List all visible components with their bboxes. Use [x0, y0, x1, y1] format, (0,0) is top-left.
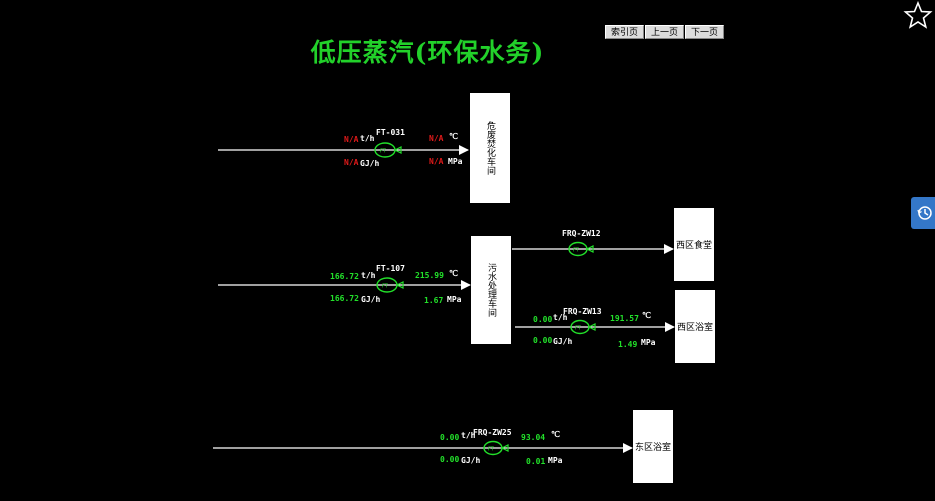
energy-value-frqzw25: 0.00 [440, 455, 460, 464]
svg-text:FT: FT [488, 447, 495, 453]
pressure-value-frqzw13: 1.49 [618, 340, 638, 349]
energy-unit-ft107: GJ/h [361, 295, 381, 304]
flow-value-frqzw25: 0.00 [440, 433, 460, 442]
dest-label-frqzw13: 西区浴室 [676, 323, 713, 333]
energy-value-ft107: 166.72 [330, 294, 359, 303]
svg-text:FT: FT [575, 326, 582, 332]
flow-unit-ft031: t/h [360, 134, 375, 143]
temp-unit-ft107: ℃ [449, 269, 458, 278]
pressure-value-ft031: N/A [429, 157, 444, 166]
flow-unit-frqzw13: t/h [553, 313, 568, 322]
tag-frqzw13: FRQ-ZW13 [563, 307, 602, 316]
flow-value-ft031: N/A [344, 135, 359, 144]
flow-value-ft107: 166.72 [330, 272, 359, 281]
dest-label-frqzw25: 东区浴室 [634, 443, 671, 453]
temp-value-ft031: N/A [429, 134, 444, 143]
flow-unit-ft107: t/h [361, 271, 376, 280]
pipeline-diagram: FT FT FT FT FT [213, 142, 675, 456]
pressure-unit-frqzw25: MPa [548, 456, 563, 465]
temp-value-frqzw25: 93.04 [521, 433, 546, 442]
svg-text:FT: FT [380, 149, 387, 155]
energy-unit-frqzw13: GJ/h [553, 337, 573, 346]
tag-frqzw25: FRQ-ZW25 [473, 428, 512, 437]
dest-box-ft031[interactable]: 危废焚化车间 [470, 93, 510, 203]
dest-label-ft107: 污水处理车间 [486, 263, 496, 317]
energy-value-ft031: N/A [344, 158, 359, 167]
dest-box-frqzw25[interactable]: 东区浴室 [633, 410, 673, 483]
dest-box-ft107[interactable]: 污水处理车间 [471, 236, 511, 344]
pressure-unit-ft031: MPa [448, 157, 463, 166]
svg-text:FT: FT [382, 284, 389, 290]
energy-unit-frqzw25: GJ/h [461, 456, 481, 465]
flow-value-frqzw13: 0.00 [533, 315, 553, 324]
svg-text:FT: FT [573, 248, 580, 254]
tag-ft107: FT-107 [376, 264, 405, 273]
temp-unit-frqzw25: ℃ [551, 430, 560, 439]
pressure-unit-frqzw13: MPa [641, 338, 656, 347]
energy-value-frqzw13: 0.00 [533, 336, 553, 345]
dest-label-ft031: 危废焚化车间 [485, 121, 495, 175]
tag-frqzw12: FRQ-ZW12 [562, 229, 601, 238]
temp-value-ft107: 215.99 [415, 271, 444, 280]
dest-label-frqzw12: 西区食堂 [675, 241, 712, 251]
dest-box-frqzw13[interactable]: 西区浴室 [675, 290, 715, 363]
temp-unit-ft031: ℃ [449, 132, 458, 141]
flow-unit-frqzw25: t/h [461, 431, 476, 440]
pressure-unit-ft107: MPa [447, 295, 462, 304]
energy-unit-ft031: GJ/h [360, 159, 380, 168]
temp-unit-frqzw13: ℃ [642, 311, 651, 320]
tag-ft031: FT-031 [376, 128, 405, 137]
pressure-value-frqzw25: 0.01 [526, 457, 546, 466]
pressure-value-ft107: 1.67 [424, 296, 444, 305]
dest-box-frqzw12[interactable]: 西区食堂 [674, 208, 714, 281]
temp-value-frqzw13: 191.57 [610, 314, 639, 323]
